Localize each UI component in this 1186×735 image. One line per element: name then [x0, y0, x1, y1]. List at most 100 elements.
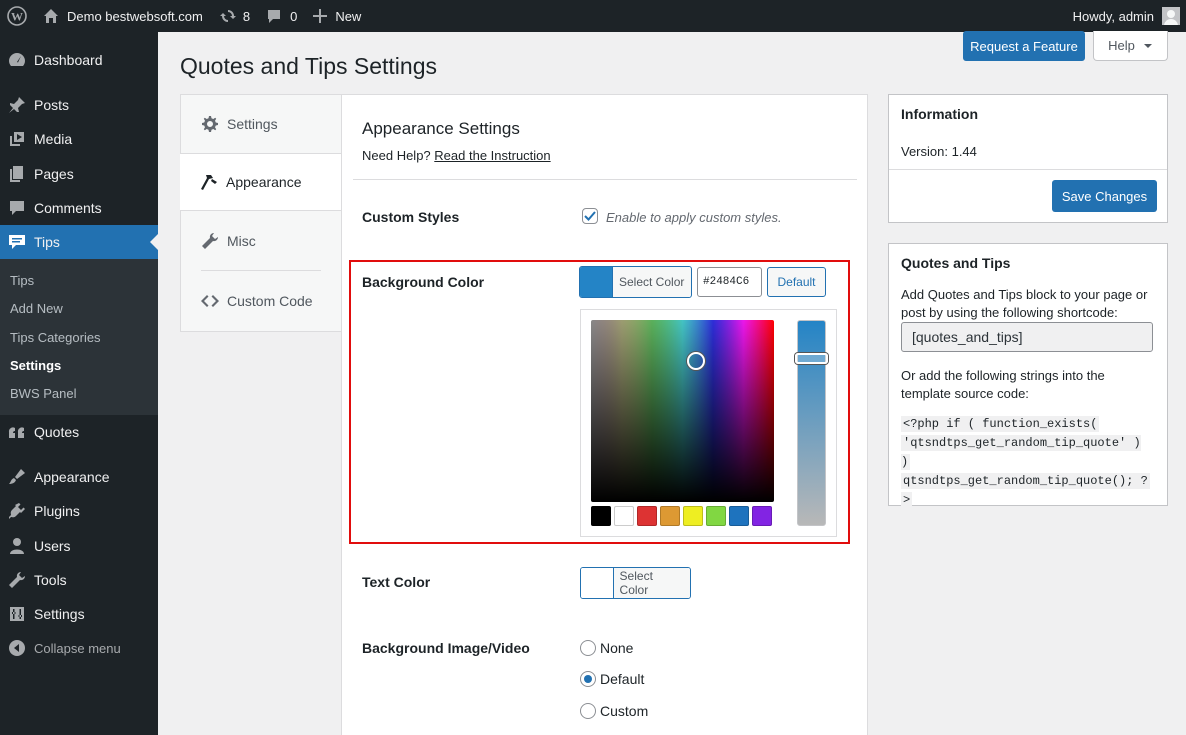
wordpress-icon: W — [7, 6, 27, 26]
updates-icon — [219, 10, 236, 22]
sidebar-item-media[interactable]: Media — [0, 122, 158, 156]
site-name-link[interactable]: Demo bestwebsoft.com — [35, 0, 211, 32]
media-icon — [0, 129, 34, 149]
palette-swatch-blue[interactable] — [729, 506, 749, 526]
palette-swatch-black[interactable] — [591, 506, 611, 526]
slider-handle[interactable] — [795, 353, 828, 364]
submenu-item-bws-panel[interactable]: BWS Panel — [10, 386, 76, 401]
palette-swatch-green[interactable] — [706, 506, 726, 526]
shortcode-box-title: Quotes and Tips — [901, 255, 1011, 271]
custom-styles-checkbox[interactable] — [582, 208, 598, 224]
sidebar-item-settings[interactable]: Settings — [0, 597, 158, 631]
comment-icon — [268, 10, 281, 23]
updates-count: 8 — [242, 8, 251, 24]
radio-default[interactable] — [580, 671, 596, 687]
tab-label: Appearance — [226, 174, 302, 190]
radio-custom-label: Custom — [600, 703, 649, 719]
template-help-line2: template source code: — [901, 386, 1029, 401]
submenu-item-add-new[interactable]: Add New — [10, 301, 63, 316]
tab-divider — [201, 270, 321, 271]
submenu-item-tips-categories[interactable]: Tips Categories — [10, 330, 101, 345]
sidebar-item-appearance[interactable]: Appearance — [0, 460, 158, 494]
collapse-menu-button[interactable]: Collapse menu — [0, 631, 158, 665]
template-help-line1: Or add the following strings into the — [901, 368, 1105, 383]
comment-icon — [0, 198, 34, 218]
code-line: <?php if ( function_exists( — [901, 416, 1100, 432]
sidebar-item-comments[interactable]: Comments — [0, 191, 158, 225]
request-feature-button[interactable]: Request a Feature — [963, 31, 1085, 61]
tab-label: Misc — [227, 233, 256, 249]
pin-icon — [0, 95, 34, 115]
home-icon — [44, 9, 58, 23]
tab-custom-code[interactable]: Custom Code — [181, 272, 341, 330]
collapse-icon — [0, 639, 34, 657]
information-title: Information — [901, 106, 978, 122]
radio-custom[interactable] — [580, 703, 596, 719]
admin-bar: W Demo bestwebsoft.com 8 0 New Howdy, ad… — [0, 0, 1186, 32]
howdy-text: Howdy, admin — [1072, 8, 1154, 24]
site-name: Demo bestwebsoft.com — [67, 8, 203, 24]
tips-icon — [0, 232, 34, 252]
sidebar-item-plugins[interactable]: Plugins — [0, 494, 158, 528]
background-color-select-button[interactable]: Select Color — [579, 266, 692, 298]
sidebar-item-label: Quotes — [34, 424, 80, 440]
sidebar-item-posts[interactable]: Posts — [0, 88, 158, 122]
sidebar-item-label: Media — [34, 131, 73, 147]
lightness-slider[interactable] — [797, 320, 826, 526]
wrench-icon — [202, 232, 219, 249]
palette-swatch-purple[interactable] — [752, 506, 772, 526]
text-color-label: Text Color — [362, 574, 431, 590]
radio-none-label: None — [600, 640, 634, 656]
sidebar-item-users[interactable]: Users — [0, 529, 158, 563]
default-color-button[interactable]: Default — [767, 267, 826, 297]
tab-appearance[interactable]: Appearance — [180, 153, 342, 211]
sidebar-item-label: Appearance — [34, 469, 110, 485]
saturation-handle[interactable] — [687, 352, 705, 370]
sidebar-item-quotes[interactable]: Quotes — [0, 415, 158, 449]
information-box: Information Version: 1.44 Save Changes — [888, 94, 1168, 223]
plus-icon — [313, 9, 328, 23]
sidebar-item-tools[interactable]: Tools — [0, 563, 158, 597]
updates-link[interactable]: 8 — [211, 0, 258, 32]
plugin-icon — [0, 501, 34, 521]
radio-default-label: Default — [600, 671, 645, 687]
saturation-field[interactable] — [591, 320, 774, 502]
wordpress-logo-button[interactable]: W — [0, 0, 35, 32]
instruction-link[interactable]: Read the Instruction — [434, 148, 550, 163]
save-changes-button[interactable]: Save Changes — [1052, 180, 1157, 212]
text-color-select-button[interactable]: Select Color — [580, 567, 691, 599]
my-account[interactable]: Howdy, admin — [1073, 7, 1186, 25]
palette-swatch-red[interactable] — [637, 506, 657, 526]
shortcode-help-line1: Add Quotes and Tips block to your page o… — [901, 287, 1148, 302]
color-picker — [580, 309, 837, 537]
sidebar-item-label: Plugins — [34, 503, 80, 519]
color-swatch — [580, 267, 612, 297]
sidebar-item-dashboard[interactable]: Dashboard — [0, 43, 158, 77]
template-code: <?php if ( function_exists( 'qtsndtps_ge… — [901, 415, 1153, 510]
hex-color-input[interactable]: #2484C6 — [697, 267, 762, 297]
help-button[interactable]: Help — [1093, 31, 1168, 61]
section-title: Appearance Settings — [362, 119, 520, 138]
sidebar-item-pages[interactable]: Pages — [0, 157, 158, 191]
palette-swatch-yellow[interactable] — [683, 506, 703, 526]
code-icon — [201, 295, 219, 307]
svg-text:W: W — [11, 10, 23, 24]
avatar — [1162, 7, 1180, 25]
tab-settings[interactable]: Settings — [181, 95, 341, 153]
sidebar-item-label: Settings — [34, 606, 85, 622]
submenu-item-tips[interactable]: Tips — [10, 273, 34, 288]
new-content-link[interactable]: New — [305, 0, 369, 32]
comments-link[interactable]: 0 — [258, 0, 305, 32]
shortcode-help-line2: post by using the following shortcode: — [901, 305, 1118, 320]
radio-none[interactable] — [580, 640, 596, 656]
sidebar-item-tips[interactable]: Tips — [0, 225, 158, 259]
tab-misc[interactable]: Misc — [181, 212, 341, 270]
submenu-item-settings[interactable]: Settings — [10, 358, 61, 373]
settings-icon — [0, 604, 34, 624]
new-label: New — [335, 8, 362, 24]
palette-swatch-orange[interactable] — [660, 506, 680, 526]
users-icon — [0, 536, 34, 556]
shortcode-field[interactable]: [quotes_and_tips] — [901, 322, 1153, 352]
palette-swatch-white[interactable] — [614, 506, 634, 526]
select-color-label: Select Color — [612, 568, 690, 598]
